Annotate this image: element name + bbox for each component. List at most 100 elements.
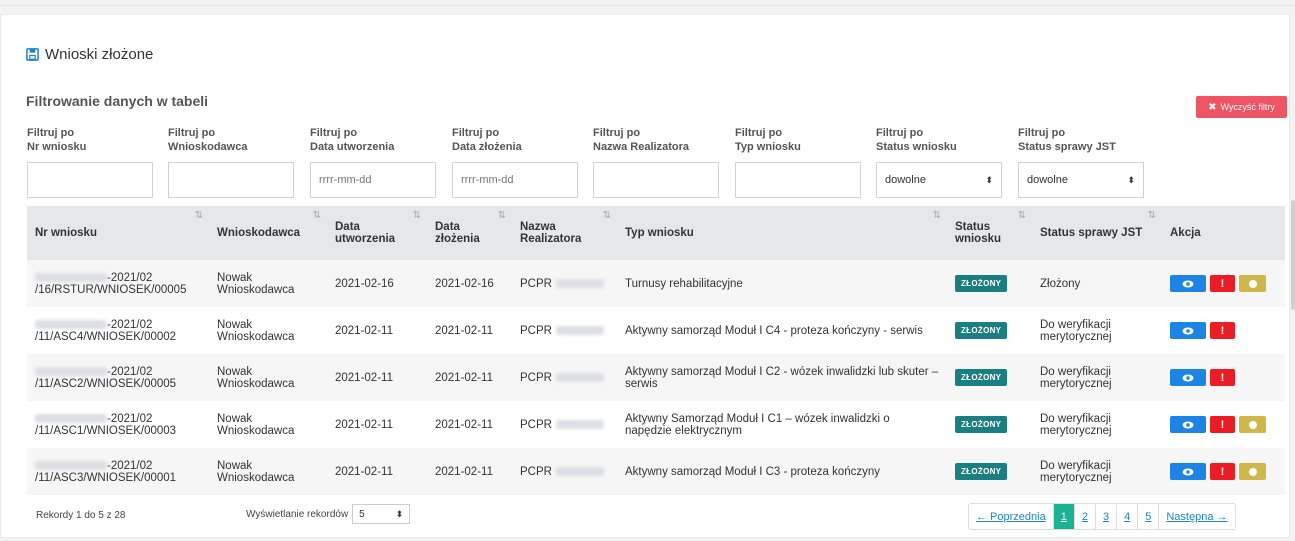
applicant-line: Wnioskodawca [217, 377, 295, 390]
cell-type: Aktywny samorząd Moduł I C4 - proteza ko… [625, 324, 923, 337]
column-header[interactable]: Data złożenia ⇅ [427, 206, 512, 260]
view-button[interactable] [1170, 463, 1206, 480]
column-header[interactable]: Data utworzenia ⇅ [327, 206, 427, 260]
sort-icon[interactable]: ⇅ [933, 210, 941, 221]
column-header[interactable]: Nazwa Realizatora ⇅ [512, 206, 617, 260]
filter-7: Filtruj po Status sprawy JST dowolne ⬍ [1018, 126, 1144, 198]
filters-row: Filtruj po Nr wniosku Filtruj po Wnioskodaw… [0, 126, 1295, 202]
alert-button[interactable]: ! [1210, 322, 1235, 339]
filter-select[interactable]: dowolne ⬍ [1018, 162, 1144, 198]
cell-jst: Do weryfikacji merytorycznej [1040, 412, 1112, 437]
filter-label-line: Filtruj po [452, 127, 500, 139]
filter-0: Filtruj po Nr wniosku [27, 126, 153, 198]
nr-part2: /11/ASC2/WNIOSEK/00005 [35, 377, 177, 390]
filter-label: Filtruj po Nazwa Realizatora [593, 126, 689, 154]
nr-part2: /11/ASC1/WNIOSEK/00003 [35, 424, 177, 437]
status-badge: ZŁOŻONY [955, 369, 1008, 386]
pager-page-4[interactable]: 4 [1117, 504, 1139, 529]
eye-icon [1182, 468, 1194, 475]
filter-input[interactable] [452, 162, 578, 198]
status-button[interactable] [1239, 275, 1266, 292]
sort-icon[interactable]: ⇅ [603, 210, 611, 221]
filter-input[interactable] [310, 162, 436, 198]
sort-icon[interactable]: ⇅ [195, 210, 203, 221]
actions: ! [1170, 463, 1277, 480]
cell-type: Aktywny samorząd Moduł I C3 - proteza ko… [617, 448, 947, 495]
column-header-line: Akcja [1170, 227, 1201, 239]
filter-label-field: Typ wniosku [735, 141, 801, 153]
sort-icon[interactable]: ⇅ [313, 210, 321, 221]
x-icon: ✖ [1208, 101, 1217, 113]
filter-input[interactable] [593, 162, 719, 198]
view-button[interactable] [1170, 369, 1206, 386]
pager-page-5[interactable]: 5 [1138, 504, 1160, 529]
pager-next[interactable]: Następna → [1159, 504, 1235, 529]
filter-label-field: Wnioskodawca [168, 141, 248, 153]
cell-nr: -2021/02/11/ASC3/WNIOSEK/00001 [27, 448, 209, 495]
cell-actions: ! [1162, 448, 1285, 495]
filter-label-line: Filtruj po [735, 127, 783, 139]
column-header[interactable]: Status sprawy JST ⇅ [1032, 206, 1162, 260]
cell-submitted: 2021-02-11 [427, 448, 512, 495]
cell-jst: Złożony [1032, 260, 1162, 307]
alert-button[interactable]: ! [1210, 463, 1235, 480]
eye-icon [1182, 280, 1194, 287]
cell-status: ZŁOŻONY [947, 307, 1032, 354]
redacted-block [555, 466, 604, 476]
status-button[interactable] [1239, 463, 1266, 480]
scrollbar[interactable] [1291, 200, 1295, 310]
redacted-block [555, 419, 604, 429]
sort-icon[interactable]: ⇅ [1018, 210, 1026, 221]
realizator-name: PCPR [520, 371, 552, 384]
column-header[interactable]: Status wniosku ⇅ [947, 206, 1032, 260]
cell-nr: -2021/02/11/ASC1/WNIOSEK/00003 [27, 401, 209, 448]
dot-icon [1248, 467, 1257, 476]
view-button[interactable] [1170, 275, 1206, 292]
dot-icon [1248, 279, 1257, 288]
sort-icon[interactable]: ⇅ [1148, 210, 1156, 221]
filter-input[interactable] [168, 162, 294, 198]
table-row: -2021/02/11/ASC1/WNIOSEK/00003 Nowak Wnios… [27, 401, 1285, 448]
status-badge: ZŁOŻONY [955, 322, 1008, 339]
dot-icon [1248, 420, 1257, 429]
sort-icon[interactable]: ⇅ [498, 210, 506, 221]
status-badge: ZŁOŻONY [955, 275, 1008, 292]
column-header[interactable]: Typ wniosku ⇅ [617, 206, 947, 260]
pager-page-3[interactable]: 3 [1095, 504, 1118, 529]
page-length-select[interactable]: 5 ⬍ [352, 504, 411, 524]
nr-part1: -2021/02 [107, 271, 153, 284]
alert-button[interactable]: ! [1210, 416, 1235, 433]
table-row: -2021/02/11/ASC3/WNIOSEK/00001 Nowak Wnios… [27, 448, 1285, 495]
cell-nr: -2021/02/11/ASC2/WNIOSEK/00005 [27, 354, 209, 401]
applicant-line: Nowak [217, 318, 253, 331]
sort-icon[interactable]: ⇅ [413, 210, 421, 221]
pager-page-1[interactable]: 1 [1053, 504, 1075, 529]
pager-page-2[interactable]: 2 [1074, 504, 1096, 529]
cell-created: 2021-02-16 [327, 260, 427, 307]
view-button[interactable] [1170, 322, 1206, 339]
alert-button[interactable]: ! [1210, 369, 1235, 386]
view-button[interactable] [1170, 416, 1206, 433]
alert-button[interactable]: ! [1210, 275, 1235, 292]
filter-label-line: Filtruj po [168, 127, 216, 139]
column-header[interactable]: Akcja [1162, 206, 1285, 260]
cell-actions: ! [1162, 401, 1285, 448]
clear-filters-button[interactable]: ✖ Wyczyść filtry [1196, 96, 1287, 118]
filter-label-field: Nazwa Realizatora [593, 141, 689, 153]
column-header[interactable]: Nr wniosku ⇅ [27, 206, 209, 260]
table-row: -2021/02/16/RSTUR/WNIOSEK/00005 Nowak Wnio… [27, 260, 1285, 307]
status-button[interactable] [1239, 416, 1266, 433]
select-caret-icon: ⬍ [985, 174, 993, 185]
cell-submitted: 2021-02-11 [427, 354, 512, 401]
filter-label: Filtruj po Data utworzenia [310, 126, 394, 154]
redacted-block [35, 366, 107, 376]
filter-label: Filtruj po Wnioskodawca [168, 126, 247, 154]
column-header[interactable]: Wnioskodawca ⇅ [209, 206, 327, 260]
nr-line: -2021/02 [35, 272, 201, 284]
filter-input[interactable] [735, 162, 861, 198]
filter-label: Filtruj po Status wniosku [876, 126, 957, 154]
pager-prev[interactable]: ← Poprzednia [969, 504, 1054, 529]
page-title-text: Wnioski złożone [45, 46, 154, 63]
filter-input[interactable] [27, 162, 153, 198]
filter-select[interactable]: dowolne ⬍ [876, 162, 1002, 198]
